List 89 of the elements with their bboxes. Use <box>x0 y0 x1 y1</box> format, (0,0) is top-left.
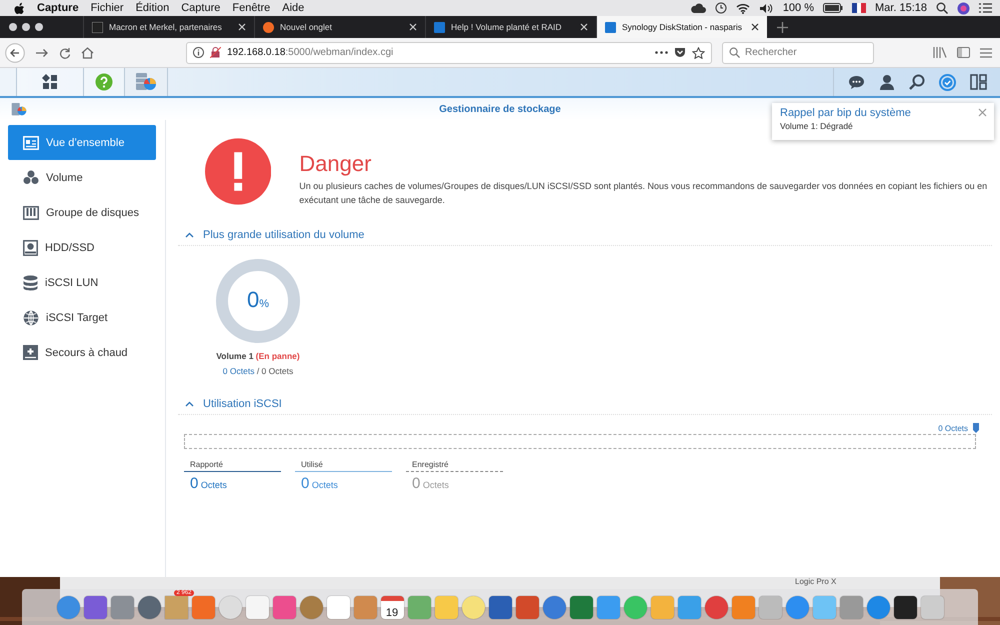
cubes-icon <box>23 170 39 185</box>
pocket-icon[interactable] <box>674 47 686 58</box>
list-icon[interactable] <box>979 3 992 13</box>
favicon-icon <box>605 22 616 32</box>
marker-icon <box>973 423 979 433</box>
menu-item[interactable]: Fenêtre <box>232 2 270 14</box>
window-title: Gestionnaire de stockage <box>439 104 561 114</box>
reload-icon[interactable] <box>59 46 71 58</box>
disk-group-icon <box>23 206 39 220</box>
cloud-icon[interactable] <box>690 2 706 14</box>
section-title: Plus grande utilisation du volume <box>203 229 364 241</box>
sidebar-item[interactable]: Volume <box>8 160 156 195</box>
battery-percentage: 100 % <box>782 2 814 14</box>
info-icon[interactable] <box>193 47 204 58</box>
grid-icon <box>42 74 58 90</box>
stat-value: 0 Octets <box>189 474 228 492</box>
favicon-icon <box>263 22 274 32</box>
clock-icon[interactable] <box>714 2 727 14</box>
apple-icon[interactable] <box>14 2 25 14</box>
menu-item[interactable]: Fichier <box>90 2 124 14</box>
menubar-clock[interactable]: Mar. 15:18 <box>875 2 927 14</box>
stat-label: Rapporté <box>184 460 281 472</box>
menu-item[interactable]: Capture <box>181 2 220 14</box>
volume-name: Volume 1 (En panne) <box>216 351 300 361</box>
collapse-icon[interactable] <box>185 232 194 238</box>
app-icon[interactable] <box>138 596 160 618</box>
storage-icon <box>11 102 27 116</box>
sidebar-item[interactable]: iSCSI LUN <box>8 265 156 300</box>
user-icon[interactable] <box>879 74 895 90</box>
alert-message: Un ou plusieurs caches de volumes/Groupes de disques/LUN iSCSI/SSD sont plantés. Nous vous recommandons de sauvegarder vos données en copiant les fichiers ou en exécutant une tâche de sauvegarde. <box>299 180 988 207</box>
stat-label: Enregistré <box>406 460 503 472</box>
menu-item[interactable]: Édition <box>136 2 170 14</box>
main-menu-button[interactable] <box>16 68 84 96</box>
collapse-icon[interactable] <box>185 401 194 407</box>
notification-title: Rappel par bip du système <box>780 107 911 119</box>
widgets-icon[interactable] <box>970 74 987 90</box>
search-icon[interactable] <box>909 74 925 90</box>
search-icon <box>729 46 740 58</box>
usage-percentage: 0% <box>246 287 270 313</box>
stat-value: 0 Octets <box>300 474 339 492</box>
more-icon[interactable] <box>655 51 668 54</box>
globe-icon <box>23 310 39 326</box>
chat-icon[interactable] <box>848 74 865 90</box>
browser-tab[interactable]: Synology DiskStation - nasparis <box>596 16 767 38</box>
overview-icon <box>23 136 39 150</box>
help-icon <box>95 73 113 91</box>
search-field[interactable]: Rechercher <box>722 42 874 64</box>
volume-capacity: 0 Octets / 0 Octets <box>222 366 294 376</box>
sidebar-item[interactable]: Secours à chaud <box>8 335 156 370</box>
menu-icon[interactable] <box>980 48 992 58</box>
home-icon[interactable] <box>81 46 94 58</box>
sidebar-item[interactable]: Groupe de disques <box>8 195 156 230</box>
forward-icon[interactable] <box>35 46 49 58</box>
notification-message: Volume 1: Dégradé <box>780 121 854 131</box>
calendar-icon[interactable]: 19 <box>380 596 404 618</box>
stat-label: Utilisé <box>295 460 392 472</box>
speaker-icon[interactable] <box>758 2 774 14</box>
siri-icon[interactable] <box>957 2 970 14</box>
sidebar-item[interactable]: HDD/SSD <box>8 230 156 265</box>
favicon-icon <box>434 22 445 32</box>
sidebar-item[interactable]: Vue d’ensemble <box>8 125 156 160</box>
warning-icon <box>205 138 272 205</box>
task-status-icon[interactable] <box>939 74 956 90</box>
storage-icon <box>135 72 157 92</box>
help-button[interactable] <box>84 68 125 96</box>
plus-box-icon <box>23 345 38 360</box>
favicon-icon <box>92 22 103 32</box>
menu-item[interactable]: Capture <box>37 2 79 14</box>
stat-value: 0 Octets <box>411 474 450 492</box>
library-icon[interactable] <box>933 47 947 58</box>
database-icon <box>23 274 38 290</box>
flag-icon[interactable] <box>852 3 866 13</box>
wifi-icon[interactable] <box>736 2 750 14</box>
sidebar-item[interactable]: iSCSI Target <box>8 300 156 335</box>
insecure-lock-icon[interactable] <box>210 47 221 58</box>
search-icon[interactable] <box>936 2 948 14</box>
alert-title: Danger <box>299 152 372 176</box>
battery-icon[interactable] <box>823 3 844 13</box>
menu-item[interactable]: Aide <box>282 2 304 14</box>
star-icon[interactable] <box>692 46 705 58</box>
back-icon[interactable] <box>5 42 25 62</box>
new-tab-icon[interactable] <box>777 22 788 32</box>
section-title: Utilisation iSCSI <box>203 398 282 410</box>
window-text: Logic Pro X <box>795 577 836 586</box>
sidebar-icon[interactable] <box>957 47 970 58</box>
scale-label: 0 Octets <box>938 424 968 432</box>
close-icon[interactable] <box>751 23 759 31</box>
address-field[interactable]: 192.168.0.18:5000/webman/index.cgi <box>186 42 712 64</box>
app-icon[interactable] <box>894 596 916 618</box>
